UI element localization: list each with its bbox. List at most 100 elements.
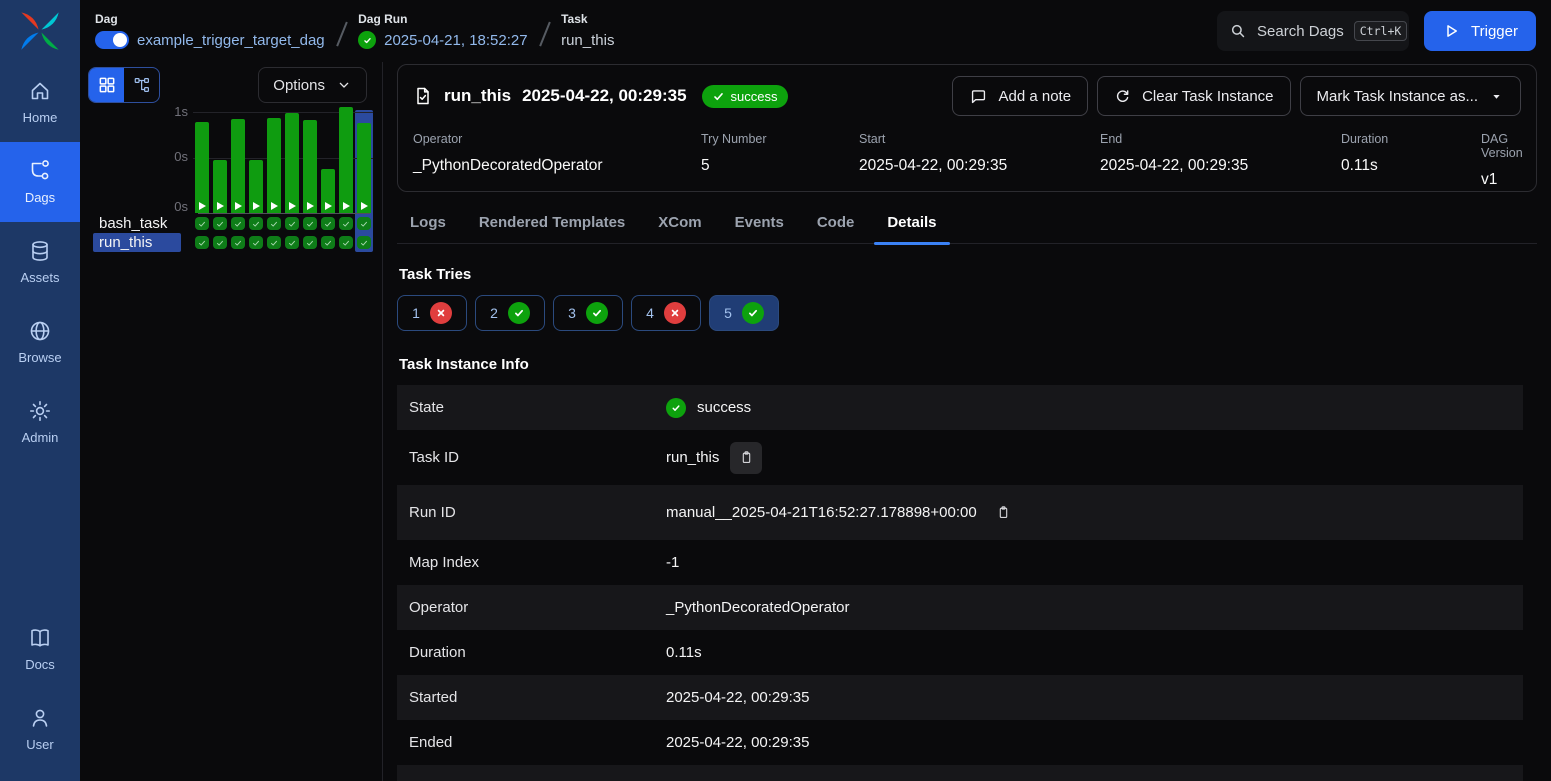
add-note-button[interactable]: Add a note	[952, 76, 1089, 116]
breadcrumb-dag-run-value[interactable]: 2025-04-21, 18:52:27	[384, 32, 527, 49]
meta-value: 0.11s	[1341, 157, 1481, 175]
dag-pause-toggle[interactable]	[95, 31, 129, 49]
breadcrumb-dag-label: Dag	[95, 12, 325, 26]
meta-value: _PythonDecoratedOperator	[413, 157, 701, 175]
task-instance-square[interactable]	[303, 236, 317, 249]
tab-xcom[interactable]: XCom	[645, 205, 714, 243]
task-tries-heading: Task Tries	[399, 266, 1535, 283]
task-try-5-button[interactable]: 5	[709, 295, 779, 331]
sidebar-item-admin[interactable]: Admin	[0, 382, 80, 462]
sidebar-item-docs[interactable]: Docs	[0, 609, 80, 689]
details-panel: run_this 2025-04-22, 00:29:35 success Ad…	[383, 62, 1551, 781]
task-try-2-button[interactable]: 2	[475, 295, 545, 331]
caret-down-icon	[1489, 89, 1504, 104]
try-number: 3	[568, 305, 576, 321]
task-instance-square[interactable]	[321, 236, 335, 249]
sidebar-item-assets[interactable]: Assets	[0, 222, 80, 302]
dag-run-duration-bar[interactable]	[195, 122, 209, 213]
task-instance-square[interactable]	[231, 217, 245, 230]
sidebar-item-label: Home	[23, 110, 58, 125]
task-instance-square[interactable]	[195, 217, 209, 230]
task-instance-square[interactable]	[213, 236, 227, 249]
meta-end: End2025-04-22, 00:29:35	[1100, 132, 1341, 189]
task-try-3-button[interactable]: 3	[553, 295, 623, 331]
info-label: Duration	[409, 644, 666, 661]
dag-run-duration-bar[interactable]	[231, 119, 245, 213]
task-instance-square[interactable]	[285, 236, 299, 249]
play-icon	[289, 202, 296, 210]
sidebar-item-dags[interactable]: Dags	[0, 142, 80, 222]
task-instance-square[interactable]	[357, 236, 371, 249]
task-instance-square[interactable]	[303, 217, 317, 230]
task-instance-info-table: StatesuccessTask IDrun_thisRun IDmanual_…	[397, 385, 1523, 765]
check-circle-icon	[666, 398, 686, 418]
clear-task-instance-button[interactable]: Clear Task Instance	[1097, 76, 1290, 116]
tab-details[interactable]: Details	[874, 205, 949, 243]
task-instance-square[interactable]	[195, 236, 209, 249]
copy-button[interactable]	[730, 442, 762, 474]
dag-run-duration-bar[interactable]	[321, 169, 335, 213]
tab-events[interactable]: Events	[722, 205, 797, 243]
dag-run-duration-bar[interactable]	[303, 120, 317, 213]
info-value: 2025-04-22, 00:29:35	[666, 689, 809, 706]
dag-run-duration-bar[interactable]	[357, 123, 371, 213]
airflow-logo[interactable]	[0, 0, 80, 62]
task-try-4-button[interactable]: 4	[631, 295, 701, 331]
task-instance-square[interactable]	[321, 217, 335, 230]
dag-run-duration-bar[interactable]	[339, 107, 353, 213]
assets-icon	[28, 239, 52, 263]
sidebar-item-label: Admin	[22, 430, 59, 445]
meta-start: Start2025-04-22, 00:29:35	[859, 132, 1100, 189]
dag-run-duration-bar[interactable]	[249, 160, 263, 213]
info-label: Ended	[409, 734, 666, 751]
meta-label: DAG Version	[1481, 132, 1523, 160]
task-instance-square[interactable]	[213, 217, 227, 230]
info-label: Run ID	[409, 504, 666, 521]
breadcrumb-separator	[336, 22, 347, 47]
breadcrumb-dag-run: Dag Run 2025-04-21, 18:52:27	[358, 12, 527, 50]
dag-run-duration-bar[interactable]	[213, 160, 227, 213]
task-instance-square[interactable]	[357, 217, 371, 230]
dag-run-duration-bar[interactable]	[267, 118, 281, 213]
meta-value: v1	[1481, 171, 1523, 189]
sidebar-item-user[interactable]: User	[0, 689, 80, 769]
task-title: run_this	[444, 86, 511, 106]
search-dags-box[interactable]: Search Dags Ctrl+K	[1217, 11, 1409, 51]
docs-icon	[28, 626, 52, 650]
play-icon	[325, 202, 332, 210]
task-instance-square[interactable]	[267, 236, 281, 249]
play-icon	[343, 202, 350, 210]
check-circle-icon	[586, 302, 608, 324]
info-row-task-id: Task IDrun_this	[397, 430, 1523, 485]
task-instance-square[interactable]	[285, 217, 299, 230]
tab-logs[interactable]: Logs	[397, 205, 459, 243]
task-instance-square[interactable]	[267, 217, 281, 230]
task-instance-square[interactable]	[249, 217, 263, 230]
tab-rendered-templates[interactable]: Rendered Templates	[466, 205, 638, 243]
task-row-label-bash_task[interactable]: bash_task	[93, 214, 181, 233]
check-circle-icon	[508, 302, 530, 324]
duration-axis-label: 1s	[156, 104, 188, 119]
play-icon	[361, 202, 368, 210]
sidebar-item-home[interactable]: Home	[0, 62, 80, 142]
task-try-1-button[interactable]: 1	[397, 295, 467, 331]
tab-code[interactable]: Code	[804, 205, 868, 243]
admin-icon	[28, 399, 52, 423]
copy-button[interactable]	[988, 497, 1020, 529]
dag-run-duration-bar[interactable]	[285, 113, 299, 213]
sidebar-item-label: Docs	[25, 657, 55, 672]
task-row-label-run_this[interactable]: run_this	[93, 233, 181, 252]
task-instance-square[interactable]	[231, 236, 245, 249]
mark-task-instance-as-button[interactable]: Mark Task Instance as...	[1300, 76, 1521, 116]
meta-value: 5	[701, 157, 859, 175]
breadcrumb-dag-value[interactable]: example_trigger_target_dag	[137, 32, 325, 49]
sidebar-item-browse[interactable]: Browse	[0, 302, 80, 382]
info-value: _PythonDecoratedOperator	[666, 599, 849, 616]
task-instance-square[interactable]	[339, 217, 353, 230]
task-instance-square[interactable]	[339, 236, 353, 249]
trigger-button[interactable]: Trigger	[1424, 11, 1536, 51]
airflow-pinwheel-icon	[17, 8, 63, 54]
task-instance-square[interactable]	[249, 236, 263, 249]
sidebar-nav-bottom: Docs User	[0, 609, 80, 769]
meta-value: 2025-04-22, 00:29:35	[1100, 157, 1341, 175]
